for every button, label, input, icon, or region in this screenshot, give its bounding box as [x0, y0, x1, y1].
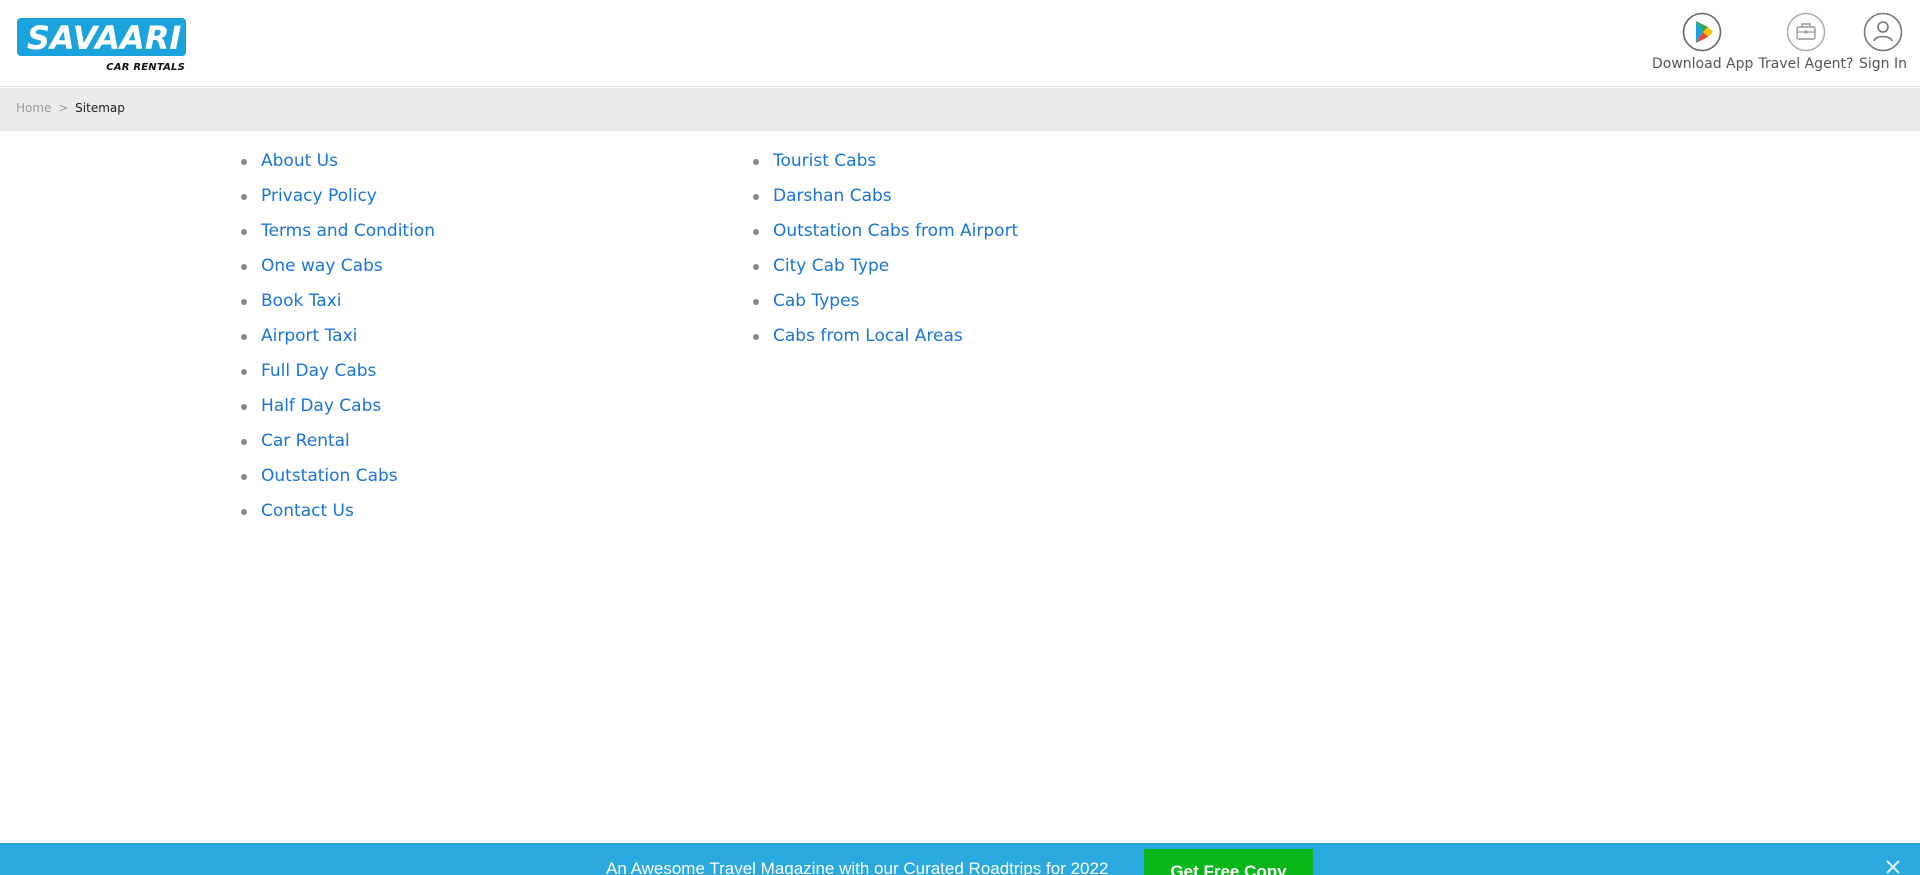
promo-banner-text: An Awesome Travel Magazine with our Cura… — [606, 859, 1109, 875]
savaari-logo[interactable]: SAVAARI CAR RENTALS — [17, 18, 187, 74]
sitemap-list-item: Privacy Policy — [241, 182, 435, 217]
sitemap-link[interactable]: Tourist Cabs — [773, 151, 876, 171]
sign-in-link[interactable]: Sign In — [1858, 12, 1908, 72]
sitemap-link[interactable]: Full Day Cabs — [261, 361, 376, 381]
download-app-link[interactable]: Download App — [1652, 12, 1754, 72]
sitemap-link[interactable]: City Cab Type — [773, 256, 889, 276]
sitemap-column-2: Tourist Cabs Darshan Cabs Outstation Cabs … — [753, 147, 1018, 357]
promo-banner: An Awesome Travel Magazine with our Cura… — [0, 843, 1920, 875]
travel-agent-label: Travel Agent? — [1758, 56, 1854, 72]
briefcase-icon — [1786, 12, 1826, 52]
sitemap-column-1: About Us Privacy Policy Terms and Conditio… — [241, 147, 435, 532]
close-icon[interactable] — [1883, 857, 1903, 875]
sitemap-list-item: Contact Us — [241, 497, 435, 532]
sitemap-list-item: Outstation Cabs — [241, 462, 435, 497]
play-store-icon — [1682, 12, 1722, 52]
sitemap-link[interactable]: Cabs from Local Areas — [773, 326, 963, 346]
sitemap-link[interactable]: Terms and Condition — [261, 221, 435, 241]
sitemap-link[interactable]: Outstation Cabs — [261, 466, 398, 486]
sitemap-list-item: Full Day Cabs — [241, 357, 435, 392]
sitemap-link[interactable]: Outstation Cabs from Airport — [773, 221, 1018, 241]
sitemap-list-item: Car Rental — [241, 427, 435, 462]
sign-in-label: Sign In — [1859, 56, 1907, 72]
logo-box: SAVAARI — [17, 18, 186, 56]
sitemap-link[interactable]: Car Rental — [261, 431, 350, 451]
breadcrumb-current: Sitemap — [75, 101, 125, 115]
sitemap-list-item: Airport Taxi — [241, 322, 435, 357]
sitemap-link[interactable]: One way Cabs — [261, 256, 383, 276]
page: SAVAARI CAR RENTALS Download App Travel … — [0, 0, 1920, 875]
sitemap-link[interactable]: Contact Us — [261, 501, 354, 521]
sitemap-list-item: Cab Types — [753, 287, 1018, 322]
site-header: SAVAARI CAR RENTALS Download App Travel … — [0, 0, 1920, 87]
user-icon — [1863, 12, 1903, 52]
breadcrumb: Home > Sitemap — [16, 101, 125, 115]
sitemap-link[interactable]: Cab Types — [773, 291, 859, 311]
breadcrumb-separator: > — [58, 101, 69, 115]
sitemap-list-item: Book Taxi — [241, 287, 435, 322]
sitemap-link[interactable]: Half Day Cabs — [261, 396, 381, 416]
travel-agent-link[interactable]: Travel Agent? — [1758, 12, 1854, 72]
sitemap-list-item: About Us — [241, 147, 435, 182]
sitemap-list-item: Darshan Cabs — [753, 182, 1018, 217]
sitemap-list-item: City Cab Type — [753, 252, 1018, 287]
sitemap-link[interactable]: Privacy Policy — [261, 186, 377, 206]
sitemap-list-item: Outstation Cabs from Airport — [753, 217, 1018, 252]
logo-text: SAVAARI — [27, 19, 182, 57]
sitemap-link[interactable]: Airport Taxi — [261, 326, 357, 346]
sitemap-link[interactable]: Book Taxi — [261, 291, 341, 311]
sitemap-link[interactable]: About Us — [261, 151, 338, 171]
logo-subtitle: CAR RENTALS — [106, 62, 185, 73]
sitemap-list-item: Cabs from Local Areas — [753, 322, 1018, 357]
sitemap-list-item: Terms and Condition — [241, 217, 435, 252]
breadcrumb-home-link[interactable]: Home — [16, 101, 51, 115]
sitemap-list-item: Tourist Cabs — [753, 147, 1018, 182]
breadcrumb-bar: Home > Sitemap — [0, 88, 1920, 131]
download-app-label: Download App — [1652, 56, 1754, 72]
sitemap-link[interactable]: Darshan Cabs — [773, 186, 892, 206]
sitemap-list-item: One way Cabs — [241, 252, 435, 287]
sitemap-list-item: Half Day Cabs — [241, 392, 435, 427]
get-free-copy-button[interactable]: Get Free Copy — [1144, 849, 1313, 875]
